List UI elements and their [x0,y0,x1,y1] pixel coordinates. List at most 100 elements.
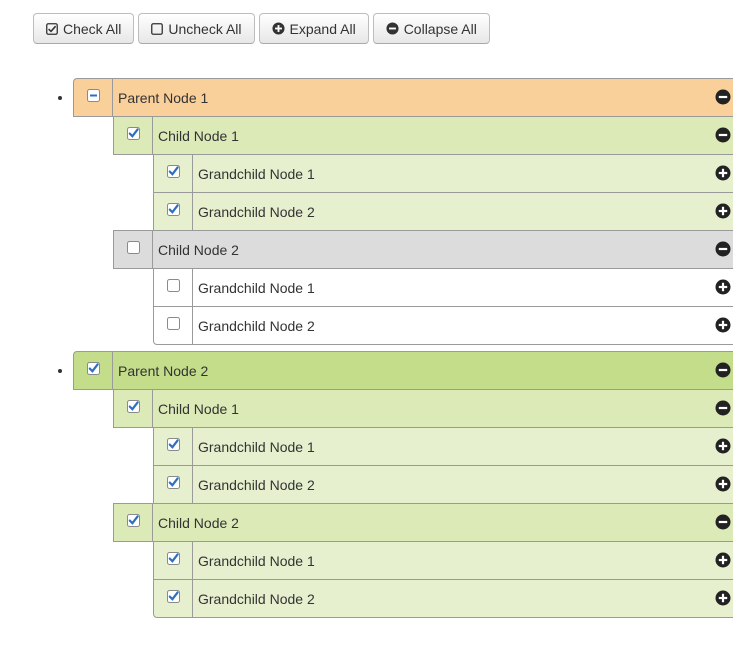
collapse-all-button[interactable]: Collapse All [372,13,490,44]
node-label: Grandchild Node 1 [198,552,315,569]
child-node-2-row: Child Node 2 [113,503,733,542]
child-node-1-children: Grandchild Node 1 Grandchild Node 2 [73,154,733,231]
grandchild-node-row: Grandchild Node 2 [153,192,733,231]
minus-circle-icon [386,22,399,35]
expand-toggle[interactable] [705,426,733,465]
checkbox-unchecked-icon [126,241,140,254]
checkbox-unchecked-icon [166,279,180,292]
checkbox[interactable] [154,155,193,192]
child-node-2-children: Grandchild Node 1 Grandchild Node 2 [73,268,733,345]
collapse-toggle[interactable] [705,229,733,268]
node-label: Parent Node 2 [118,362,209,379]
expand-toggle[interactable] [705,540,733,579]
grandchild-node-row: Grandchild Node 1 [153,541,733,580]
minus-circle-icon [715,89,731,104]
expand-all-label: Expand All [289,20,356,37]
child-node-2-row: Child Node 2 [113,230,733,269]
node-label: Child Node 1 [158,400,239,417]
parent-node-2-row: Parent Node 2 [73,351,733,390]
child-node-1-row: Child Node 1 [113,116,733,155]
plus-circle-icon [715,203,731,218]
expand-all-button[interactable]: Expand All [258,13,369,44]
collapse-toggle[interactable] [705,502,733,541]
checkbox-checked-icon [126,400,140,413]
checkbox[interactable] [154,466,193,503]
grandchild-node-row: Grandchild Node 2 [153,306,733,345]
collapse-toggle[interactable] [705,115,733,154]
checkbox-checked-icon [166,552,180,565]
checkbox[interactable] [114,117,153,154]
checkbox-unchecked-icon [166,317,180,330]
toolbar: Check All Uncheck All Expand All Collaps… [33,13,490,44]
child-node-1-row: Child Node 1 [113,389,733,428]
parent-node-2: Parent Node 2 Child Node 1 Grandchild No… [73,351,733,618]
check-square-icon [46,22,58,35]
checkbox-tree: Parent Node 1 Child Node 1 Grandchild No… [33,78,733,624]
plus-circle-icon [715,165,731,180]
collapse-toggle[interactable] [705,350,733,389]
grandchild-node-row: Grandchild Node 1 [153,268,733,307]
collapse-toggle[interactable] [705,77,733,116]
uncheck-all-label: Uncheck All [168,20,242,37]
child-node: Child Node 2 Grandchild Node 1 Grandchil… [73,230,733,345]
minus-circle-icon [715,241,731,256]
checkbox[interactable] [74,79,113,116]
node-label: Grandchild Node 2 [198,317,315,334]
node-label: Grandchild Node 1 [198,438,315,455]
checkbox[interactable] [154,428,193,465]
node-label: Grandchild Node 2 [198,476,315,493]
checkbox[interactable] [154,542,193,579]
node-label: Child Node 2 [158,241,239,258]
grandchild-node-row: Grandchild Node 1 [153,427,733,466]
check-all-button[interactable]: Check All [33,13,135,44]
checkbox-checked-icon [166,476,180,489]
check-all-label: Check All [63,20,122,37]
checkbox[interactable] [114,231,153,268]
checkbox-checked-icon [166,590,180,603]
expand-toggle[interactable] [705,153,733,192]
checkbox-indeterminate-icon [86,89,100,102]
node-label: Grandchild Node 2 [198,203,315,220]
child-node: Child Node 1 Grandchild Node 1 Grandchil… [73,389,733,504]
child-node: Child Node 1 Grandchild Node 1 Grandchil… [73,116,733,231]
plus-circle-icon [715,317,731,332]
plus-circle-icon [715,552,731,567]
checkbox[interactable] [114,390,153,427]
checkbox[interactable] [154,269,193,306]
child-node: Child Node 2 Grandchild Node 1 Grandchil… [73,503,733,618]
minus-circle-icon [715,400,731,415]
expand-toggle[interactable] [705,578,733,617]
node-label: Child Node 1 [158,127,239,144]
checkbox[interactable] [154,580,193,617]
checkbox-checked-icon [166,438,180,451]
parent-node-1: Parent Node 1 Child Node 1 Grandchild No… [73,78,733,345]
grandchild-node-row: Grandchild Node 2 [153,465,733,504]
checkbox-checked-icon [126,514,140,527]
collapse-toggle[interactable] [705,388,733,427]
grandchild-node-row: Grandchild Node 2 [153,579,733,618]
node-label: Child Node 2 [158,514,239,531]
node-label: Grandchild Node 1 [198,165,315,182]
plus-circle-icon [715,438,731,453]
checkbox[interactable] [114,504,153,541]
plus-circle-icon [271,22,285,35]
expand-toggle[interactable] [705,305,733,344]
parent-node-1-children: Child Node 1 Grandchild Node 1 Grandchil… [73,116,733,345]
plus-circle-icon [715,590,731,605]
parent-node-1-row: Parent Node 1 [73,78,733,117]
child-node-1-children: Grandchild Node 1 Grandchild Node 2 [73,427,733,504]
minus-circle-icon [715,514,731,529]
parent-node-2-children: Child Node 1 Grandchild Node 1 Grandchil… [73,389,733,618]
uncheck-all-button[interactable]: Uncheck All [138,13,255,44]
plus-circle-icon [715,279,731,294]
checkbox[interactable] [74,352,113,389]
checkbox-checked-icon [86,362,100,375]
expand-toggle[interactable] [705,267,733,306]
checkbox[interactable] [154,307,193,344]
expand-toggle[interactable] [705,191,733,230]
collapse-all-label: Collapse All [403,20,477,37]
child-node-2-children: Grandchild Node 1 Grandchild Node 2 [73,541,733,618]
checkbox[interactable] [154,193,193,230]
grandchild-node-row: Grandchild Node 1 [153,154,733,193]
expand-toggle[interactable] [705,464,733,503]
